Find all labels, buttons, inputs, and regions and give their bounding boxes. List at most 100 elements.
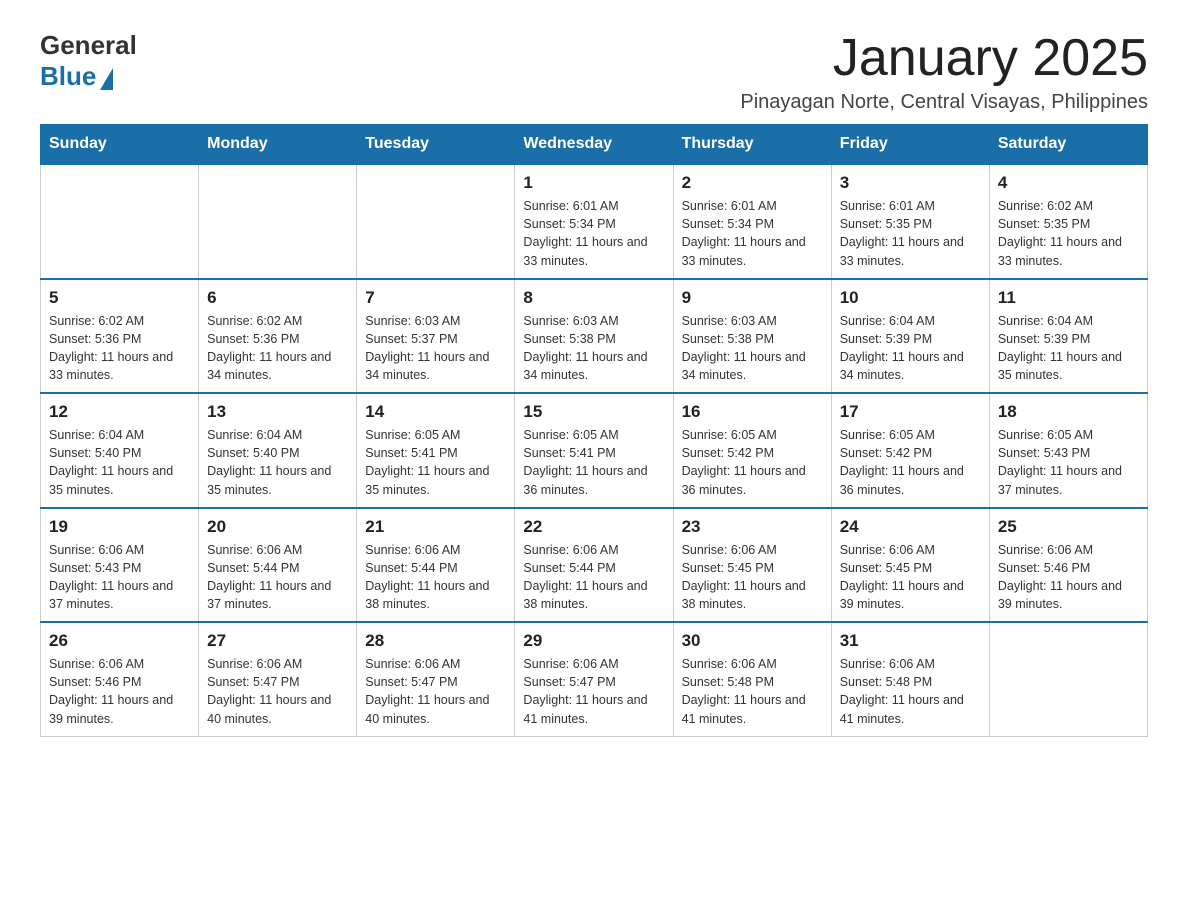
day-number: 9 [682, 288, 823, 308]
day-number: 30 [682, 631, 823, 651]
calendar-table: SundayMondayTuesdayWednesdayThursdayFrid… [40, 124, 1148, 737]
day-info: Sunrise: 6:05 AM Sunset: 5:41 PM Dayligh… [523, 426, 664, 499]
logo: General Blue [40, 30, 137, 92]
day-info: Sunrise: 6:06 AM Sunset: 5:43 PM Dayligh… [49, 541, 190, 614]
day-info: Sunrise: 6:03 AM Sunset: 5:38 PM Dayligh… [682, 312, 823, 385]
page-header: General Blue January 2025 Pinayagan Nort… [40, 30, 1148, 114]
day-info: Sunrise: 6:05 AM Sunset: 5:42 PM Dayligh… [682, 426, 823, 499]
day-number: 23 [682, 517, 823, 537]
calendar-cell: 18 Sunrise: 6:05 AM Sunset: 5:43 PM Dayli… [989, 393, 1147, 508]
day-info: Sunrise: 6:04 AM Sunset: 5:39 PM Dayligh… [998, 312, 1139, 385]
day-number: 20 [207, 517, 348, 537]
calendar-week-row: 1 Sunrise: 6:01 AM Sunset: 5:34 PM Daylig… [41, 164, 1148, 279]
calendar-cell [357, 164, 515, 279]
calendar-cell: 22 Sunrise: 6:06 AM Sunset: 5:44 PM Dayli… [515, 508, 673, 623]
day-info: Sunrise: 6:04 AM Sunset: 5:40 PM Dayligh… [207, 426, 348, 499]
day-number: 4 [998, 173, 1139, 193]
day-info: Sunrise: 6:05 AM Sunset: 5:43 PM Dayligh… [998, 426, 1139, 499]
calendar-cell: 10Sunrise: 6:04 AM Sunset: 5:39 PM Dayli… [831, 279, 989, 394]
day-info: Sunrise: 6:06 AM Sunset: 5:44 PM Dayligh… [523, 541, 664, 614]
day-info: Sunrise: 6:06 AM Sunset: 5:44 PM Dayligh… [365, 541, 506, 614]
calendar-cell [199, 164, 357, 279]
day-info: Sunrise: 6:02 AM Sunset: 5:36 PM Dayligh… [49, 312, 190, 385]
day-info: Sunrise: 6:06 AM Sunset: 5:47 PM Dayligh… [207, 655, 348, 728]
day-number: 13 [207, 402, 348, 422]
calendar-cell: 13 Sunrise: 6:04 AM Sunset: 5:40 PM Dayli… [199, 393, 357, 508]
calendar-header-row: SundayMondayTuesdayWednesdayThursdayFrid… [41, 125, 1148, 165]
day-number: 24 [840, 517, 981, 537]
day-number: 12 [49, 402, 190, 422]
calendar-cell: 23 Sunrise: 6:06 AM Sunset: 5:45 PM Dayli… [673, 508, 831, 623]
day-number: 11 [998, 288, 1139, 308]
day-number: 5 [49, 288, 190, 308]
day-info: Sunrise: 6:05 AM Sunset: 5:42 PM Dayligh… [840, 426, 981, 499]
calendar-header-sunday: Sunday [41, 125, 199, 165]
calendar-cell: 20Sunrise: 6:06 AM Sunset: 5:44 PM Dayli… [199, 508, 357, 623]
calendar-cell: 5 Sunrise: 6:02 AM Sunset: 5:36 PM Daylig… [41, 279, 199, 394]
day-number: 14 [365, 402, 506, 422]
day-number: 2 [682, 173, 823, 193]
day-info: Sunrise: 6:06 AM Sunset: 5:47 PM Dayligh… [523, 655, 664, 728]
calendar-header-thursday: Thursday [673, 125, 831, 165]
calendar-cell: 26Sunrise: 6:06 AM Sunset: 5:46 PM Dayli… [41, 622, 199, 736]
day-number: 7 [365, 288, 506, 308]
day-info: Sunrise: 6:01 AM Sunset: 5:35 PM Dayligh… [840, 197, 981, 270]
day-info: Sunrise: 6:04 AM Sunset: 5:39 PM Dayligh… [840, 312, 981, 385]
day-info: Sunrise: 6:03 AM Sunset: 5:37 PM Dayligh… [365, 312, 506, 385]
day-number: 25 [998, 517, 1139, 537]
calendar-week-row: 19 Sunrise: 6:06 AM Sunset: 5:43 PM Dayli… [41, 508, 1148, 623]
day-number: 15 [523, 402, 664, 422]
logo-blue-text: Blue [40, 61, 96, 92]
day-number: 3 [840, 173, 981, 193]
day-number: 29 [523, 631, 664, 651]
day-number: 31 [840, 631, 981, 651]
day-number: 28 [365, 631, 506, 651]
day-number: 26 [49, 631, 190, 651]
day-number: 17 [840, 402, 981, 422]
calendar-cell: 2 Sunrise: 6:01 AM Sunset: 5:34 PM Daylig… [673, 164, 831, 279]
location-subtitle: Pinayagan Norte, Central Visayas, Philip… [740, 91, 1148, 114]
calendar-header-wednesday: Wednesday [515, 125, 673, 165]
calendar-cell: 7 Sunrise: 6:03 AM Sunset: 5:37 PM Daylig… [357, 279, 515, 394]
day-number: 6 [207, 288, 348, 308]
day-info: Sunrise: 6:02 AM Sunset: 5:36 PM Dayligh… [207, 312, 348, 385]
day-info: Sunrise: 6:02 AM Sunset: 5:35 PM Dayligh… [998, 197, 1139, 270]
calendar-cell: 28 Sunrise: 6:06 AM Sunset: 5:47 PM Dayli… [357, 622, 515, 736]
calendar-header-saturday: Saturday [989, 125, 1147, 165]
calendar-cell: 30 Sunrise: 6:06 AM Sunset: 5:48 PM Dayli… [673, 622, 831, 736]
day-number: 16 [682, 402, 823, 422]
calendar-cell: 12Sunrise: 6:04 AM Sunset: 5:40 PM Dayli… [41, 393, 199, 508]
calendar-cell: 14 Sunrise: 6:05 AM Sunset: 5:41 PM Dayli… [357, 393, 515, 508]
month-title: January 2025 [740, 30, 1148, 87]
calendar-cell: 6 Sunrise: 6:02 AM Sunset: 5:36 PM Daylig… [199, 279, 357, 394]
calendar-cell: 17 Sunrise: 6:05 AM Sunset: 5:42 PM Dayli… [831, 393, 989, 508]
logo-triangle-icon [100, 68, 113, 90]
calendar-header-monday: Monday [199, 125, 357, 165]
day-number: 19 [49, 517, 190, 537]
calendar-cell: 15 Sunrise: 6:05 AM Sunset: 5:41 PM Dayli… [515, 393, 673, 508]
calendar-cell: 27 Sunrise: 6:06 AM Sunset: 5:47 PM Dayli… [199, 622, 357, 736]
calendar-week-row: 5 Sunrise: 6:02 AM Sunset: 5:36 PM Daylig… [41, 279, 1148, 394]
calendar-week-row: 26Sunrise: 6:06 AM Sunset: 5:46 PM Dayli… [41, 622, 1148, 736]
calendar-header-tuesday: Tuesday [357, 125, 515, 165]
calendar-cell: 1Sunrise: 6:01 AM Sunset: 5:34 PM Daylig… [515, 164, 673, 279]
day-number: 18 [998, 402, 1139, 422]
day-info: Sunrise: 6:06 AM Sunset: 5:48 PM Dayligh… [682, 655, 823, 728]
day-info: Sunrise: 6:06 AM Sunset: 5:46 PM Dayligh… [998, 541, 1139, 614]
calendar-cell: 31Sunrise: 6:06 AM Sunset: 5:48 PM Dayli… [831, 622, 989, 736]
day-number: 27 [207, 631, 348, 651]
calendar-cell: 16 Sunrise: 6:05 AM Sunset: 5:42 PM Dayli… [673, 393, 831, 508]
calendar-cell: 19 Sunrise: 6:06 AM Sunset: 5:43 PM Dayli… [41, 508, 199, 623]
title-section: January 2025 Pinayagan Norte, Central Vi… [740, 30, 1148, 114]
day-number: 8 [523, 288, 664, 308]
day-info: Sunrise: 6:06 AM Sunset: 5:47 PM Dayligh… [365, 655, 506, 728]
day-info: Sunrise: 6:06 AM Sunset: 5:45 PM Dayligh… [840, 541, 981, 614]
day-info: Sunrise: 6:05 AM Sunset: 5:41 PM Dayligh… [365, 426, 506, 499]
day-number: 22 [523, 517, 664, 537]
day-number: 1 [523, 173, 664, 193]
calendar-cell [989, 622, 1147, 736]
calendar-cell: 9 Sunrise: 6:03 AM Sunset: 5:38 PM Daylig… [673, 279, 831, 394]
day-info: Sunrise: 6:01 AM Sunset: 5:34 PM Dayligh… [682, 197, 823, 270]
calendar-cell: 4 Sunrise: 6:02 AM Sunset: 5:35 PM Daylig… [989, 164, 1147, 279]
day-info: Sunrise: 6:06 AM Sunset: 5:45 PM Dayligh… [682, 541, 823, 614]
